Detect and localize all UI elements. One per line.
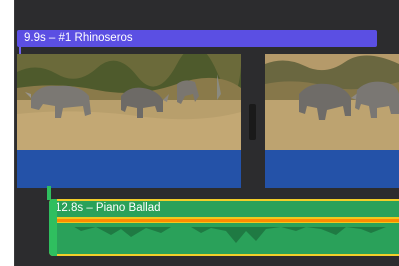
video-clip-1-audio bbox=[17, 150, 241, 188]
audio-clip-piano-ballad[interactable]: 12.8s – Piano Ballad bbox=[49, 199, 399, 256]
video-thumbnail-2 bbox=[265, 54, 399, 150]
timeline-left-edge bbox=[14, 0, 15, 266]
title-clip-label: 9.9s – #1 Rhinoseros bbox=[24, 32, 133, 44]
timeline-stage: 9.9s – #1 Rhinoseros 12.8s – Piano Balla… bbox=[0, 0, 399, 266]
transition-handle[interactable] bbox=[249, 104, 256, 140]
audio-connection-marker bbox=[47, 186, 51, 200]
video-clip-1[interactable] bbox=[17, 54, 241, 188]
video-clip-2-audio bbox=[265, 150, 399, 188]
audio-waveform bbox=[51, 217, 399, 243]
video-thumbnail-1 bbox=[17, 54, 241, 150]
title-clip[interactable]: 9.9s – #1 Rhinoseros bbox=[17, 30, 377, 47]
video-clip-2[interactable] bbox=[265, 54, 399, 188]
audio-clip-left-handle[interactable] bbox=[49, 199, 57, 256]
